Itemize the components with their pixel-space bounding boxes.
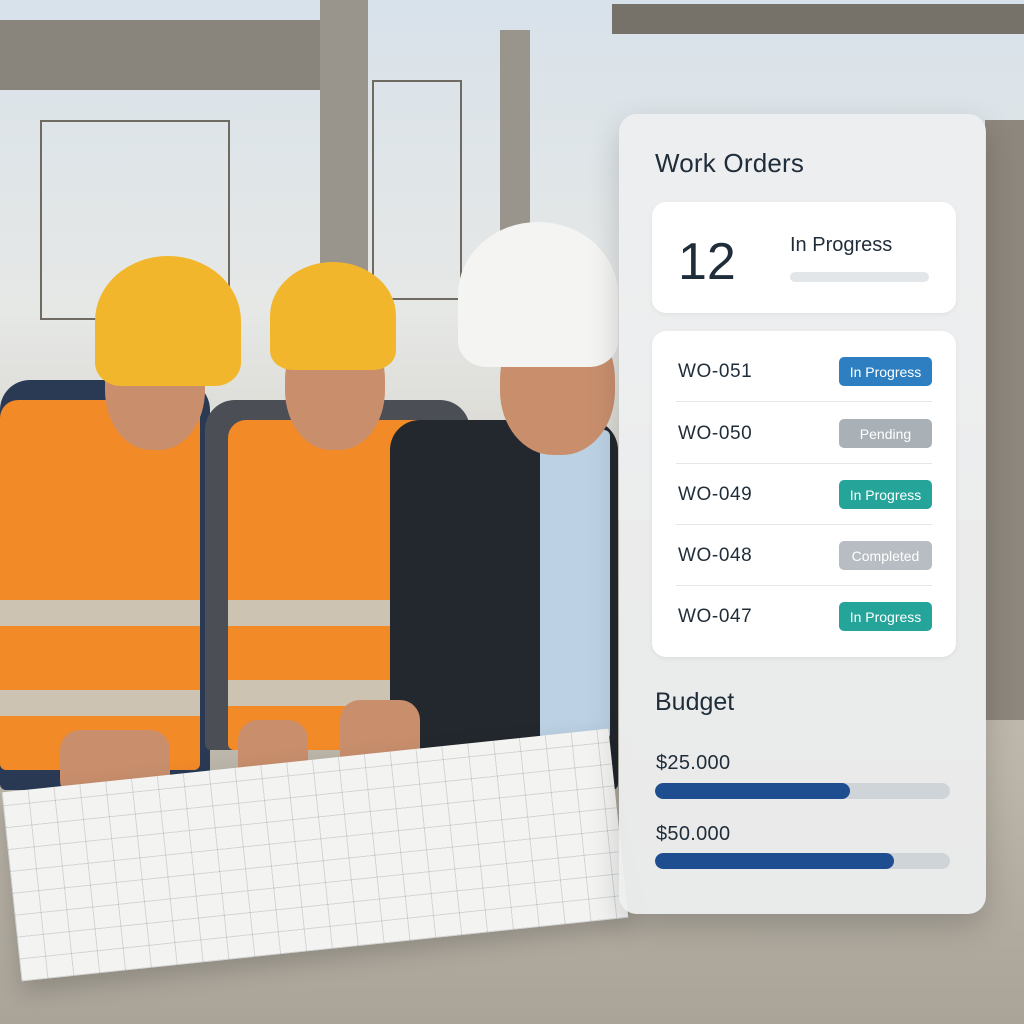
white-hard-hat: [458, 222, 618, 367]
work-order-id: WO-049: [678, 484, 753, 505]
work-order-id: WO-050: [678, 423, 753, 444]
photo-scene: Work Orders 12 In Progress WO-051 In Pro…: [0, 0, 1024, 1024]
summary-bar: [790, 272, 929, 282]
yellow-hard-hat: [270, 262, 396, 370]
concrete-column: [985, 120, 1024, 720]
work-order-id: WO-047: [678, 606, 753, 627]
concrete-column: [320, 0, 368, 280]
summary-label: In Progress: [790, 234, 893, 256]
status-badge: In Progress: [839, 602, 932, 631]
budget-progress-fill: [655, 783, 850, 799]
budget-progress-fill: [655, 853, 894, 869]
safety-vest: [0, 400, 200, 770]
status-badge: In Progress: [839, 480, 932, 509]
yellow-hard-hat: [95, 256, 241, 386]
budget-title: Budget: [655, 688, 735, 716]
steel-beam: [612, 4, 1024, 34]
work-order-row[interactable]: WO-048 Completed: [676, 525, 932, 586]
work-order-id: WO-048: [678, 545, 753, 566]
status-badge: Completed: [839, 541, 932, 570]
work-order-row[interactable]: WO-047 In Progress: [676, 586, 932, 647]
status-badge: Pending: [839, 419, 932, 448]
in-progress-count: 12: [678, 233, 736, 291]
engineer-shirt: [540, 430, 610, 740]
concrete-slab: [0, 20, 360, 90]
work-orders-panel: Work Orders 12 In Progress WO-051 In Pro…: [619, 114, 986, 914]
panel-title: Work Orders: [655, 148, 805, 178]
work-order-row[interactable]: WO-051 In Progress: [676, 341, 932, 402]
in-progress-summary-card[interactable]: 12 In Progress: [652, 202, 956, 313]
budget-progress-track: [655, 853, 950, 869]
status-badge: In Progress: [839, 357, 932, 386]
work-order-row[interactable]: WO-050 Pending: [676, 403, 932, 464]
scaffolding: [372, 80, 462, 300]
budget-progress-track: [655, 783, 950, 799]
budget-amount: $50.000: [656, 823, 731, 845]
work-order-id: WO-051: [678, 361, 753, 382]
work-order-row[interactable]: WO-049 In Progress: [676, 464, 932, 525]
work-orders-list: WO-051 In Progress WO-050 Pending WO-049…: [652, 331, 956, 657]
budget-amount: $25.000: [656, 752, 731, 774]
